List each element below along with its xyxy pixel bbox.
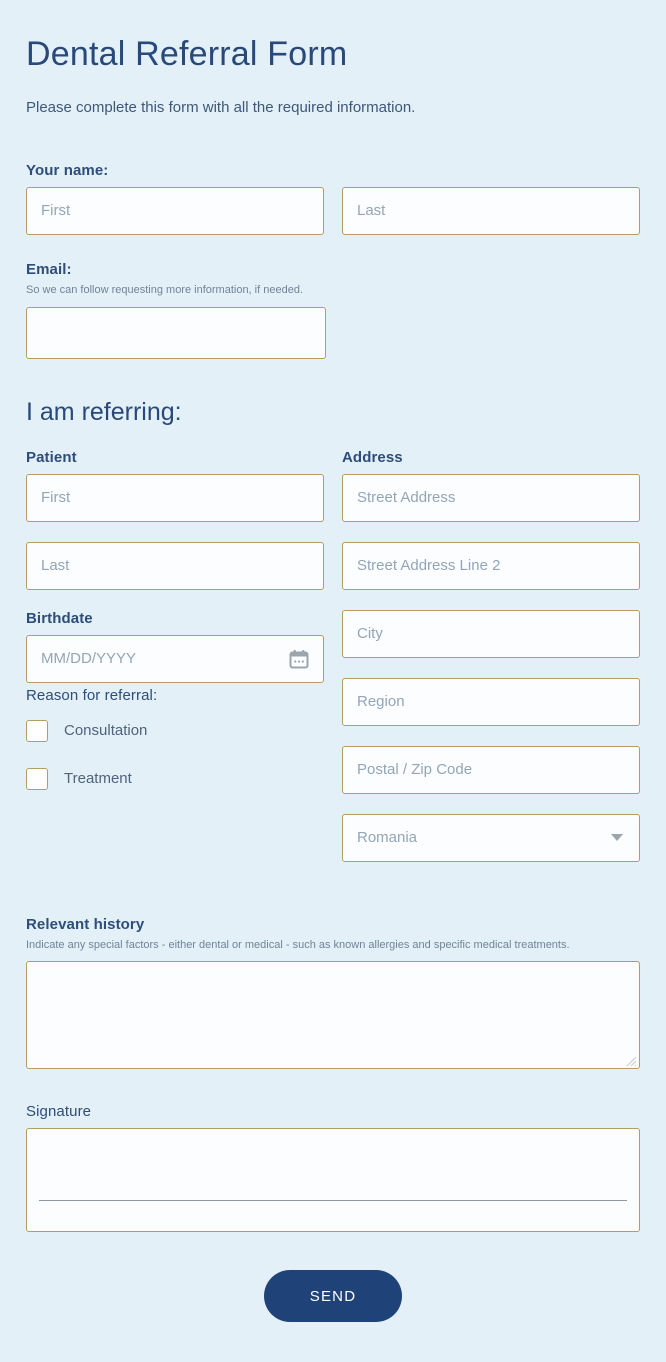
page-title: Dental Referral Form bbox=[26, 35, 348, 73]
patient-first-input[interactable]: First bbox=[26, 473, 324, 522]
treatment-checkbox[interactable] bbox=[26, 767, 48, 790]
your-name-row: First Last bbox=[26, 186, 640, 235]
signature-pad[interactable] bbox=[26, 1128, 640, 1233]
email-section: Email: So we can follow requesting more … bbox=[26, 261, 640, 359]
your-name-first-input[interactable]: First bbox=[26, 186, 324, 235]
postal-code-input[interactable]: Postal / Zip Code bbox=[342, 745, 640, 794]
street-address-placeholder: Street Address bbox=[357, 489, 456, 507]
email-label: Email: bbox=[26, 260, 72, 278]
consultation-checkbox[interactable] bbox=[26, 719, 48, 742]
dental-referral-form-page: Dental Referral Form Please complete thi… bbox=[0, 0, 666, 1362]
your-name-last-placeholder: Last bbox=[357, 202, 386, 220]
patient-first-placeholder: First bbox=[41, 489, 71, 507]
your-name-label: Your name: bbox=[26, 161, 109, 179]
relevant-history-label: Relevant history bbox=[26, 915, 145, 933]
your-name-section: Your name: First Last bbox=[26, 162, 640, 235]
birthdate-input[interactable]: MM/DD/YYYY bbox=[26, 634, 324, 683]
submit-row: SEND bbox=[26, 1270, 640, 1362]
country-select-value: Romania bbox=[357, 829, 418, 847]
referring-section: I am referring: Patient First Last Birth… bbox=[26, 397, 640, 882]
postal-code-placeholder: Postal / Zip Code bbox=[357, 761, 473, 779]
patient-last-input[interactable]: Last bbox=[26, 541, 324, 590]
referring-columns: Patient First Last Birthdate MM/DD/YYYY bbox=[26, 449, 640, 882]
address-label: Address bbox=[342, 448, 403, 466]
your-name-first-placeholder: First bbox=[41, 202, 71, 220]
patient-last-placeholder: Last bbox=[41, 557, 70, 575]
region-placeholder: Region bbox=[357, 693, 405, 711]
address-column: Address Street Address Street Address Li… bbox=[342, 449, 640, 882]
signature-section: Signature bbox=[26, 1103, 640, 1233]
email-helper-text: So we can follow requesting more informa… bbox=[26, 283, 303, 296]
page-subtitle: Please complete this form with all the r… bbox=[26, 98, 416, 116]
relevant-history-section: Relevant history Indicate any special fa… bbox=[26, 916, 640, 1070]
relevant-history-helper-text: Indicate any special factors - either de… bbox=[26, 938, 570, 951]
patient-column: Patient First Last Birthdate MM/DD/YYYY bbox=[26, 449, 324, 816]
your-name-last-input[interactable]: Last bbox=[342, 186, 640, 235]
calendar-icon[interactable] bbox=[289, 649, 309, 669]
treatment-label: Treatment bbox=[64, 770, 132, 788]
signature-line bbox=[39, 1200, 627, 1202]
send-button[interactable]: SEND bbox=[264, 1270, 402, 1323]
street-address-line2-input[interactable]: Street Address Line 2 bbox=[342, 541, 640, 590]
email-input[interactable] bbox=[26, 306, 326, 359]
address-fields: Street Address Street Address Line 2 Cit… bbox=[342, 473, 640, 862]
referring-heading: I am referring: bbox=[26, 397, 182, 426]
reason-for-referral-label: Reason for referral: bbox=[26, 686, 158, 704]
patient-fields: First Last bbox=[26, 473, 324, 590]
resize-handle-icon[interactable] bbox=[625, 1054, 637, 1067]
reason-option-consultation[interactable]: Consultation bbox=[26, 719, 324, 742]
region-input[interactable]: Region bbox=[342, 677, 640, 726]
patient-label: Patient bbox=[26, 448, 77, 466]
street-address-input[interactable]: Street Address bbox=[342, 473, 640, 522]
reason-option-treatment[interactable]: Treatment bbox=[26, 767, 324, 790]
consultation-label: Consultation bbox=[64, 722, 148, 740]
relevant-history-textarea[interactable] bbox=[26, 961, 640, 1070]
country-select[interactable]: Romania bbox=[342, 813, 640, 862]
birthdate-placeholder: MM/DD/YYYY bbox=[41, 650, 137, 668]
street-address-line2-placeholder: Street Address Line 2 bbox=[357, 557, 501, 575]
city-placeholder: City bbox=[357, 625, 383, 643]
city-input[interactable]: City bbox=[342, 609, 640, 658]
chevron-down-icon[interactable] bbox=[611, 834, 623, 842]
birthdate-label: Birthdate bbox=[26, 609, 93, 627]
signature-label: Signature bbox=[26, 1103, 92, 1121]
